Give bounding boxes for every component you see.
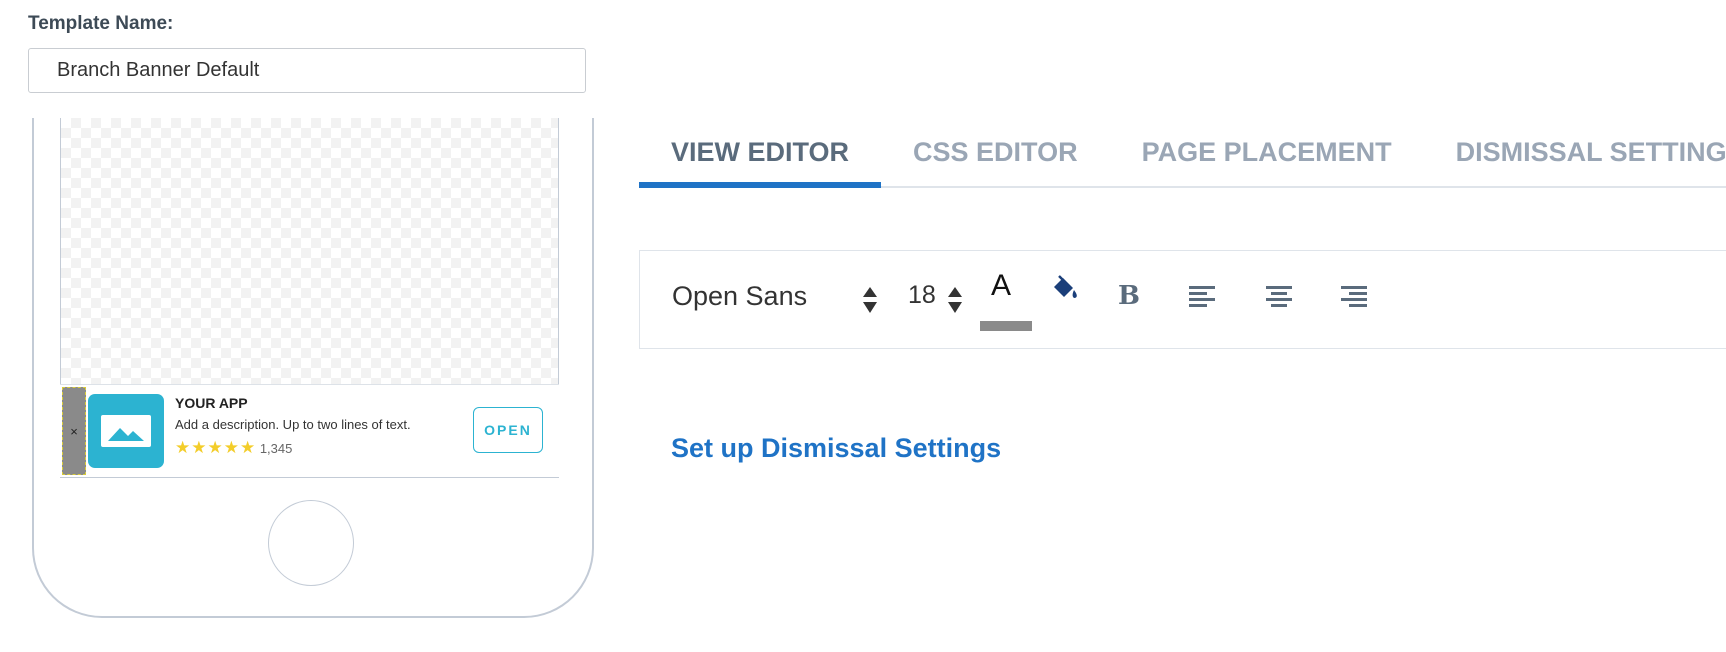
banner-rating: ★★★★★ 1,345 (175, 438, 292, 458)
font-family-select[interactable]: Open Sans (672, 281, 807, 312)
rating-count: 1,345 (259, 441, 293, 456)
rating-stars: ★★★★★ (175, 438, 257, 457)
font-size-input[interactable]: 18 (908, 281, 936, 310)
font-family-spinner-icon[interactable] (860, 285, 880, 315)
align-left-icon[interactable] (1188, 285, 1216, 312)
text-format-toolbar: Open Sans 18 A B (639, 250, 1726, 349)
bold-button[interactable]: B (1118, 281, 1140, 311)
template-name-label: Template Name: (28, 13, 174, 34)
banner-app-description: Add a description. Up to two lines of te… (175, 417, 411, 432)
tab-css-editor[interactable]: CSS EDITOR (881, 118, 1110, 186)
align-right-icon[interactable] (1340, 285, 1368, 312)
font-size-spinner-icon[interactable] (945, 285, 965, 315)
paint-bucket-icon[interactable] (1050, 273, 1080, 308)
editor-tabs: VIEW EDITOR CSS EDITOR PAGE PLACEMENT DI… (639, 118, 1726, 188)
text-color-swatch (980, 321, 1032, 331)
tab-page-placement[interactable]: PAGE PLACEMENT (1110, 118, 1424, 186)
smart-banner-preview[interactable]: × YOUR APP Add a description. Up to two … (60, 384, 559, 478)
align-center-icon[interactable] (1265, 285, 1293, 312)
phone-home-button (268, 500, 354, 586)
text-color-button[interactable]: A (991, 269, 1011, 303)
banner-open-button[interactable]: OPEN (473, 407, 543, 453)
tab-view-editor[interactable]: VIEW EDITOR (639, 118, 882, 188)
banner-close-button[interactable]: × (62, 387, 86, 475)
setup-dismissal-settings-link[interactable]: Set up Dismissal Settings (671, 433, 1001, 464)
template-name-input[interactable] (28, 48, 586, 93)
tab-dismissal-settings[interactable]: DISMISSAL SETTINGS (1424, 118, 1726, 186)
banner-app-title: YOUR APP (175, 395, 248, 411)
image-icon (101, 415, 151, 447)
app-icon (88, 394, 164, 468)
